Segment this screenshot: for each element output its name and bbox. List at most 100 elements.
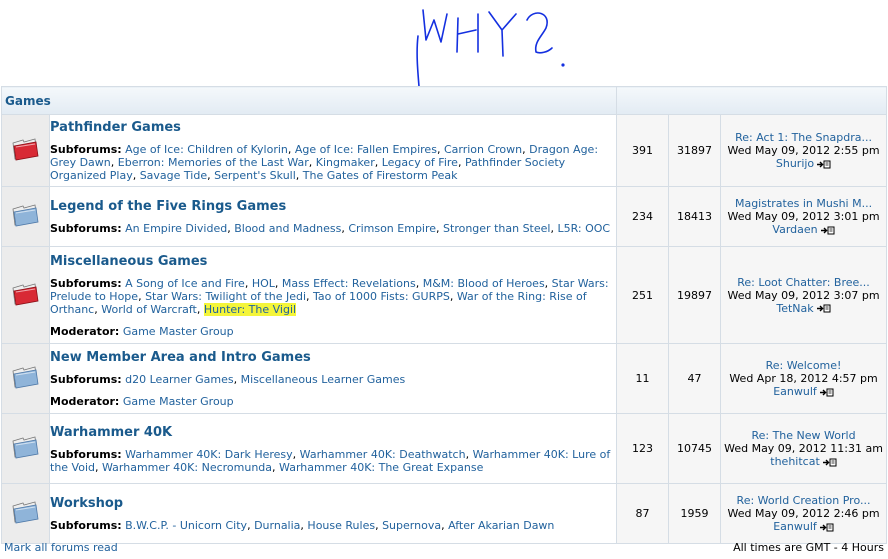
last-post-date: Wed Apr 18, 2012 4:57 pm bbox=[729, 372, 878, 385]
subforum-link[interactable]: A Song of Ice and Fire bbox=[125, 277, 245, 290]
last-post-date: Wed May 09, 2012 11:31 am bbox=[724, 442, 883, 455]
unread-folder-icon bbox=[11, 137, 41, 161]
topics-count: 87 bbox=[635, 507, 650, 520]
forum-title-link[interactable]: New Member Area and Intro Games bbox=[50, 350, 616, 365]
topics-count: 234 bbox=[632, 210, 654, 223]
view-latest-post-icon[interactable] bbox=[822, 455, 837, 468]
subforum-link[interactable]: Durnalia bbox=[254, 519, 300, 532]
last-post-date: Wed May 09, 2012 2:46 pm bbox=[727, 507, 880, 520]
last-post-author-link[interactable]: TetNak bbox=[776, 302, 813, 315]
forum-title-link[interactable]: Workshop bbox=[50, 496, 616, 511]
subforum-link[interactable]: Age of Ice: Fallen Empires bbox=[295, 143, 437, 156]
last-post-date: Wed May 09, 2012 3:01 pm bbox=[727, 210, 880, 223]
posts-count: 10745 bbox=[677, 442, 713, 455]
forum-title-link[interactable]: Miscellaneous Games bbox=[50, 254, 616, 269]
last-post-title-link[interactable]: Re: Loot Chatter: Bree... bbox=[737, 276, 870, 289]
subforums-label: Subforums: bbox=[50, 373, 122, 386]
moderator-link[interactable]: Game Master Group bbox=[123, 395, 234, 408]
subforum-link[interactable]: After Akarian Dawn bbox=[448, 519, 554, 532]
read-folder-icon bbox=[11, 500, 41, 524]
subforum-link[interactable]: Warhammer 40K: Necromunda bbox=[102, 461, 272, 474]
forum-table: Games Pathfinder Games Subforums: Age of … bbox=[0, 86, 888, 544]
forum-list: Pathfinder Games Subforums: Age of Ice: C… bbox=[1, 114, 888, 544]
moderator-link[interactable]: Game Master Group bbox=[123, 325, 234, 338]
subforums-label: Subforums: bbox=[50, 143, 122, 156]
subforum-link[interactable]: Hunter: The Vigil bbox=[203, 302, 297, 316]
last-post-title-link[interactable]: Re: World Creation Pro... bbox=[737, 494, 871, 507]
forum-title-link[interactable]: Legend of the Five Rings Games bbox=[50, 199, 616, 214]
subforum-link[interactable]: House Rules bbox=[307, 519, 375, 532]
last-post-author-link[interactable]: Eanwulf bbox=[773, 385, 817, 398]
subforum-link[interactable]: B.W.C.P. - Unicorn City bbox=[125, 519, 247, 532]
category-title-games[interactable]: Games bbox=[5, 94, 51, 108]
subforum-link[interactable]: Warhammer 40K: The Great Expanse bbox=[279, 461, 483, 474]
timezone-note: All times are GMT - 4 Hours bbox=[733, 541, 884, 554]
forum-row: Warhammer 40K Subforums: Warhammer 40K: D… bbox=[1, 413, 888, 484]
subforums-label: Subforums: bbox=[50, 447, 122, 461]
last-post-date: Wed May 09, 2012 2:55 pm bbox=[727, 144, 880, 157]
posts-count: 18413 bbox=[677, 210, 713, 223]
posts-count: 31897 bbox=[677, 144, 713, 157]
posts-count: 47 bbox=[687, 372, 702, 385]
last-post-author-link[interactable]: Shurijo bbox=[776, 157, 814, 170]
view-latest-post-icon[interactable] bbox=[819, 385, 834, 398]
read-folder-icon bbox=[11, 435, 41, 459]
last-post-title-link[interactable]: Re: The New World bbox=[751, 429, 855, 442]
last-post-title-link[interactable]: Re: Welcome! bbox=[766, 359, 842, 372]
subforum-link[interactable]: L5R: OOC bbox=[557, 222, 610, 235]
subforums-label: Subforums: bbox=[50, 519, 122, 532]
subforum-link[interactable]: Supernova bbox=[382, 519, 441, 532]
moderator-line: Moderator: Game Master Group bbox=[50, 325, 616, 338]
unread-folder-icon bbox=[11, 282, 41, 306]
forum-title-link[interactable]: Pathfinder Games bbox=[50, 120, 616, 135]
subforum-link[interactable]: Savage Tide bbox=[140, 169, 207, 182]
subforums-label: Subforums: bbox=[50, 222, 122, 235]
subforum-link[interactable]: An Empire Divided bbox=[125, 222, 227, 235]
subforums-label: Subforums: bbox=[50, 276, 122, 290]
last-post-author-link[interactable]: Eanwulf bbox=[773, 520, 817, 533]
view-latest-post-icon[interactable] bbox=[816, 157, 831, 170]
subforum-link[interactable]: Warhammer 40K: Dark Heresy bbox=[125, 448, 293, 461]
subforums-list: Subforums: A Song of Ice and Fire, HOL, … bbox=[50, 276, 609, 316]
subforum-link[interactable]: Crimson Empire bbox=[348, 222, 436, 235]
last-post-title-link[interactable]: Magistrates in Mushi M... bbox=[735, 197, 872, 210]
subforum-link[interactable]: Star Wars: Twilight of the Jedi bbox=[145, 290, 306, 303]
forum-title-link[interactable]: Warhammer 40K bbox=[50, 425, 616, 440]
last-post-author-link[interactable]: Vardaen bbox=[772, 223, 817, 236]
subforum-link[interactable]: Carrion Crown bbox=[444, 143, 522, 156]
forum-row: Pathfinder Games Subforums: Age of Ice: C… bbox=[1, 114, 888, 187]
topics-count: 11 bbox=[635, 372, 650, 385]
subforum-link[interactable]: HOL bbox=[252, 277, 275, 290]
subforum-link[interactable]: World of Warcraft bbox=[101, 303, 197, 316]
subforum-link[interactable]: Serpent's Skull bbox=[214, 169, 296, 182]
subforum-link[interactable]: Warhammer 40K: Deathwatch bbox=[300, 448, 466, 461]
moderator-label: Moderator: bbox=[50, 395, 120, 408]
subforum-link[interactable]: M&M: Blood of Heroes bbox=[423, 277, 545, 290]
subforums-list: Subforums: Age of Ice: Children of Kylor… bbox=[50, 143, 599, 182]
subforum-link[interactable]: Miscellaneous Learner Games bbox=[241, 373, 406, 386]
subforum-link[interactable]: Blood and Madness bbox=[234, 222, 341, 235]
posts-count: 19897 bbox=[677, 288, 713, 302]
subforums-list: Subforums: d20 Learner Games, Miscellane… bbox=[50, 373, 406, 386]
moderator-label: Moderator: bbox=[50, 324, 120, 338]
subforum-link[interactable]: Stronger than Steel bbox=[443, 222, 550, 235]
view-latest-post-icon[interactable] bbox=[819, 520, 834, 533]
subforum-link[interactable]: Age of Ice: Children of Kylorin bbox=[125, 143, 288, 156]
topics-count: 391 bbox=[632, 144, 654, 157]
category-header-row: Games bbox=[0, 86, 888, 115]
subforums-list: Subforums: Warhammer 40K: Dark Heresy, W… bbox=[50, 447, 611, 474]
last-post-author-link[interactable]: thehitcat bbox=[770, 455, 820, 468]
subforum-link[interactable]: The Gates of Firestorm Peak bbox=[303, 169, 458, 182]
subforums-list: Subforums: B.W.C.P. - Unicorn City, Durn… bbox=[50, 519, 555, 532]
subforum-link[interactable]: Eberron: Memories of the Last War bbox=[118, 156, 309, 169]
subforum-link[interactable]: d20 Learner Games bbox=[125, 373, 234, 386]
forum-row: Legend of the Five Rings Games Subforums:… bbox=[1, 186, 888, 247]
subforum-link[interactable]: Mass Effect: Revelations bbox=[282, 277, 416, 290]
view-latest-post-icon[interactable] bbox=[816, 302, 831, 315]
last-post-title-link[interactable]: Re: Act 1: The Snapdra... bbox=[735, 131, 872, 144]
subforum-link[interactable]: Tao of 1000 Fists: GURPS bbox=[313, 290, 450, 303]
subforum-link[interactable]: Legacy of Fire bbox=[382, 156, 458, 169]
subforum-link[interactable]: Kingmaker bbox=[316, 156, 375, 169]
view-latest-post-icon[interactable] bbox=[820, 223, 835, 236]
mark-all-forums-read-link[interactable]: Mark all forums read bbox=[4, 541, 118, 554]
